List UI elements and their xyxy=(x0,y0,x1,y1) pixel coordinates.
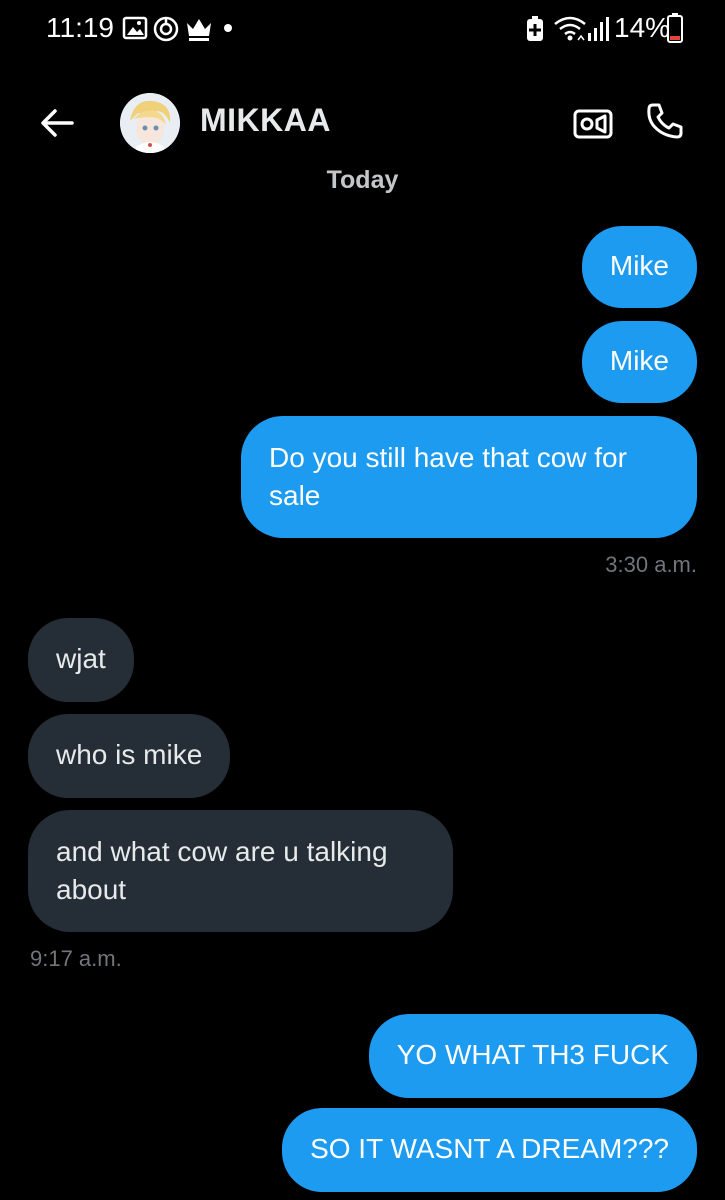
conversation-header: MIKKAA xyxy=(0,80,725,166)
phone-call-button[interactable] xyxy=(644,100,686,142)
message-timestamp: 3:30 a.m. xyxy=(605,552,697,577)
status-bar: 11:19 14% xyxy=(0,0,725,60)
back-arrow-icon xyxy=(41,109,74,137)
battery-icon xyxy=(667,13,683,48)
notification-dot xyxy=(224,24,232,32)
back-button[interactable] xyxy=(36,102,78,144)
date-divider: Today xyxy=(326,166,399,194)
message-bubble-sent[interactable]: Mike xyxy=(581,321,697,403)
message-bubble-sent[interactable]: YO WHAT TH3 FUCK xyxy=(368,1014,697,1098)
message-bubble-received[interactable]: who is mike xyxy=(28,714,231,798)
battery-saver-icon xyxy=(525,15,545,48)
message-bubble-sent[interactable]: SO IT WASNT A DREAM??? xyxy=(282,1108,697,1192)
video-call-icon xyxy=(573,109,613,139)
sync-icon xyxy=(152,15,180,48)
signal-icon xyxy=(586,15,610,48)
message-bubble-sent[interactable]: Mike xyxy=(581,226,697,308)
video-call-button[interactable] xyxy=(572,104,614,142)
battery-percentage: 14% xyxy=(614,12,671,43)
avatar[interactable] xyxy=(120,93,180,153)
message-timestamp: 9:17 a.m. xyxy=(30,946,122,971)
contact-name[interactable]: MIKKAA xyxy=(200,102,331,139)
message-bubble-received[interactable]: and what cow are u talking about xyxy=(28,810,453,932)
phone-call-icon xyxy=(647,103,683,139)
message-bubble-received[interactable]: wjat xyxy=(28,618,134,702)
wifi-icon xyxy=(553,15,587,48)
crown-icon xyxy=(184,15,214,48)
message-bubble-sent[interactable]: Do you still have that cow for sale xyxy=(241,416,697,538)
status-time: 11:19 xyxy=(46,12,114,43)
gallery-icon xyxy=(122,16,148,45)
